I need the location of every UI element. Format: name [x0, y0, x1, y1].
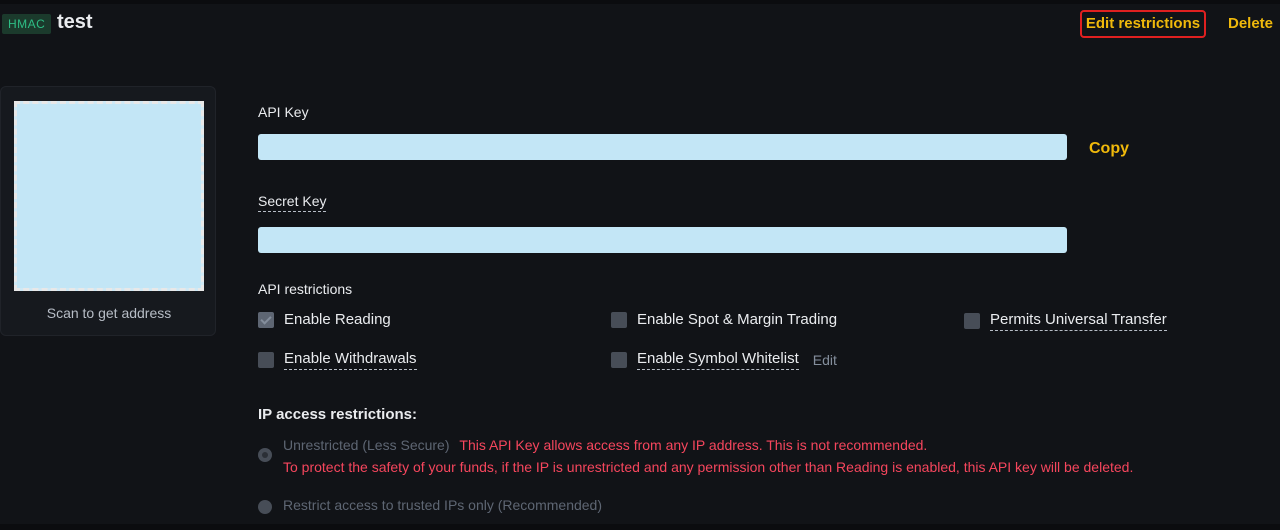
checkbox-icon[interactable]	[611, 311, 627, 328]
perm-enable-reading[interactable]: Enable Reading	[258, 311, 391, 328]
qr-code	[14, 101, 204, 291]
perm-universal-transfer[interactable]: Permits Universal Transfer	[964, 311, 1167, 331]
restrict-label: Restrict access to trusted IPs only (Rec…	[283, 497, 603, 513]
api-key-field[interactable]	[258, 134, 1067, 160]
qr-card: Scan to get address	[0, 86, 216, 336]
perm-label: Permits Universal Transfer	[990, 311, 1167, 331]
copy-button[interactable]: Copy	[1089, 140, 1129, 158]
perm-label: Enable Spot & Margin Trading	[637, 311, 838, 328]
checkbox-icon[interactable]	[964, 313, 980, 329]
edit-restrictions-button[interactable]: Edit restrictions	[1080, 10, 1206, 38]
perm-symbol-whitelist[interactable]: Enable Symbol Whitelist Edit	[611, 350, 837, 370]
api-restrictions-heading: API restrictions	[258, 281, 353, 297]
unrestricted-label: Unrestricted (Less Secure)	[283, 437, 450, 453]
top-band	[0, 0, 1280, 4]
hmac-badge: HMAC	[2, 14, 52, 34]
radio-restrict-trusted[interactable]: Restrict access to trusted IPs only (Rec…	[258, 497, 602, 514]
qr-redaction	[17, 104, 201, 288]
perm-enable-spot-margin[interactable]: Enable Spot & Margin Trading	[611, 311, 837, 328]
unrestricted-warning-1: This API Key allows access from any IP a…	[459, 437, 928, 453]
perm-enable-withdrawals[interactable]: Enable Withdrawals	[258, 350, 417, 370]
checkbox-icon[interactable]	[258, 352, 274, 368]
radio-unrestricted[interactable]: Unrestricted (Less Secure) This API Key …	[258, 437, 1133, 475]
header: HMAC test Edit restrictions Delete	[0, 8, 1280, 44]
radio-icon[interactable]	[258, 500, 272, 514]
api-key-title: test	[57, 11, 93, 33]
bottom-band	[0, 524, 1280, 530]
checkbox-icon[interactable]	[611, 352, 627, 368]
ip-restrictions-heading: IP access restrictions:	[258, 406, 417, 423]
secret-key-field[interactable]	[258, 227, 1067, 253]
api-key-label: API Key	[258, 104, 309, 120]
checkbox-icon[interactable]	[258, 311, 274, 328]
perm-label: Enable Reading	[284, 311, 391, 328]
radio-icon[interactable]	[258, 448, 272, 462]
whitelist-edit-link[interactable]: Edit	[813, 352, 837, 368]
perm-label: Enable Symbol Whitelist	[637, 350, 799, 370]
perm-label: Enable Withdrawals	[284, 350, 417, 370]
delete-button[interactable]: Delete	[1228, 15, 1273, 32]
unrestricted-warning-2: To protect the safety of your funds, if …	[283, 459, 1134, 475]
qr-caption: Scan to get address	[46, 305, 172, 321]
secret-key-label: Secret Key	[258, 193, 327, 212]
